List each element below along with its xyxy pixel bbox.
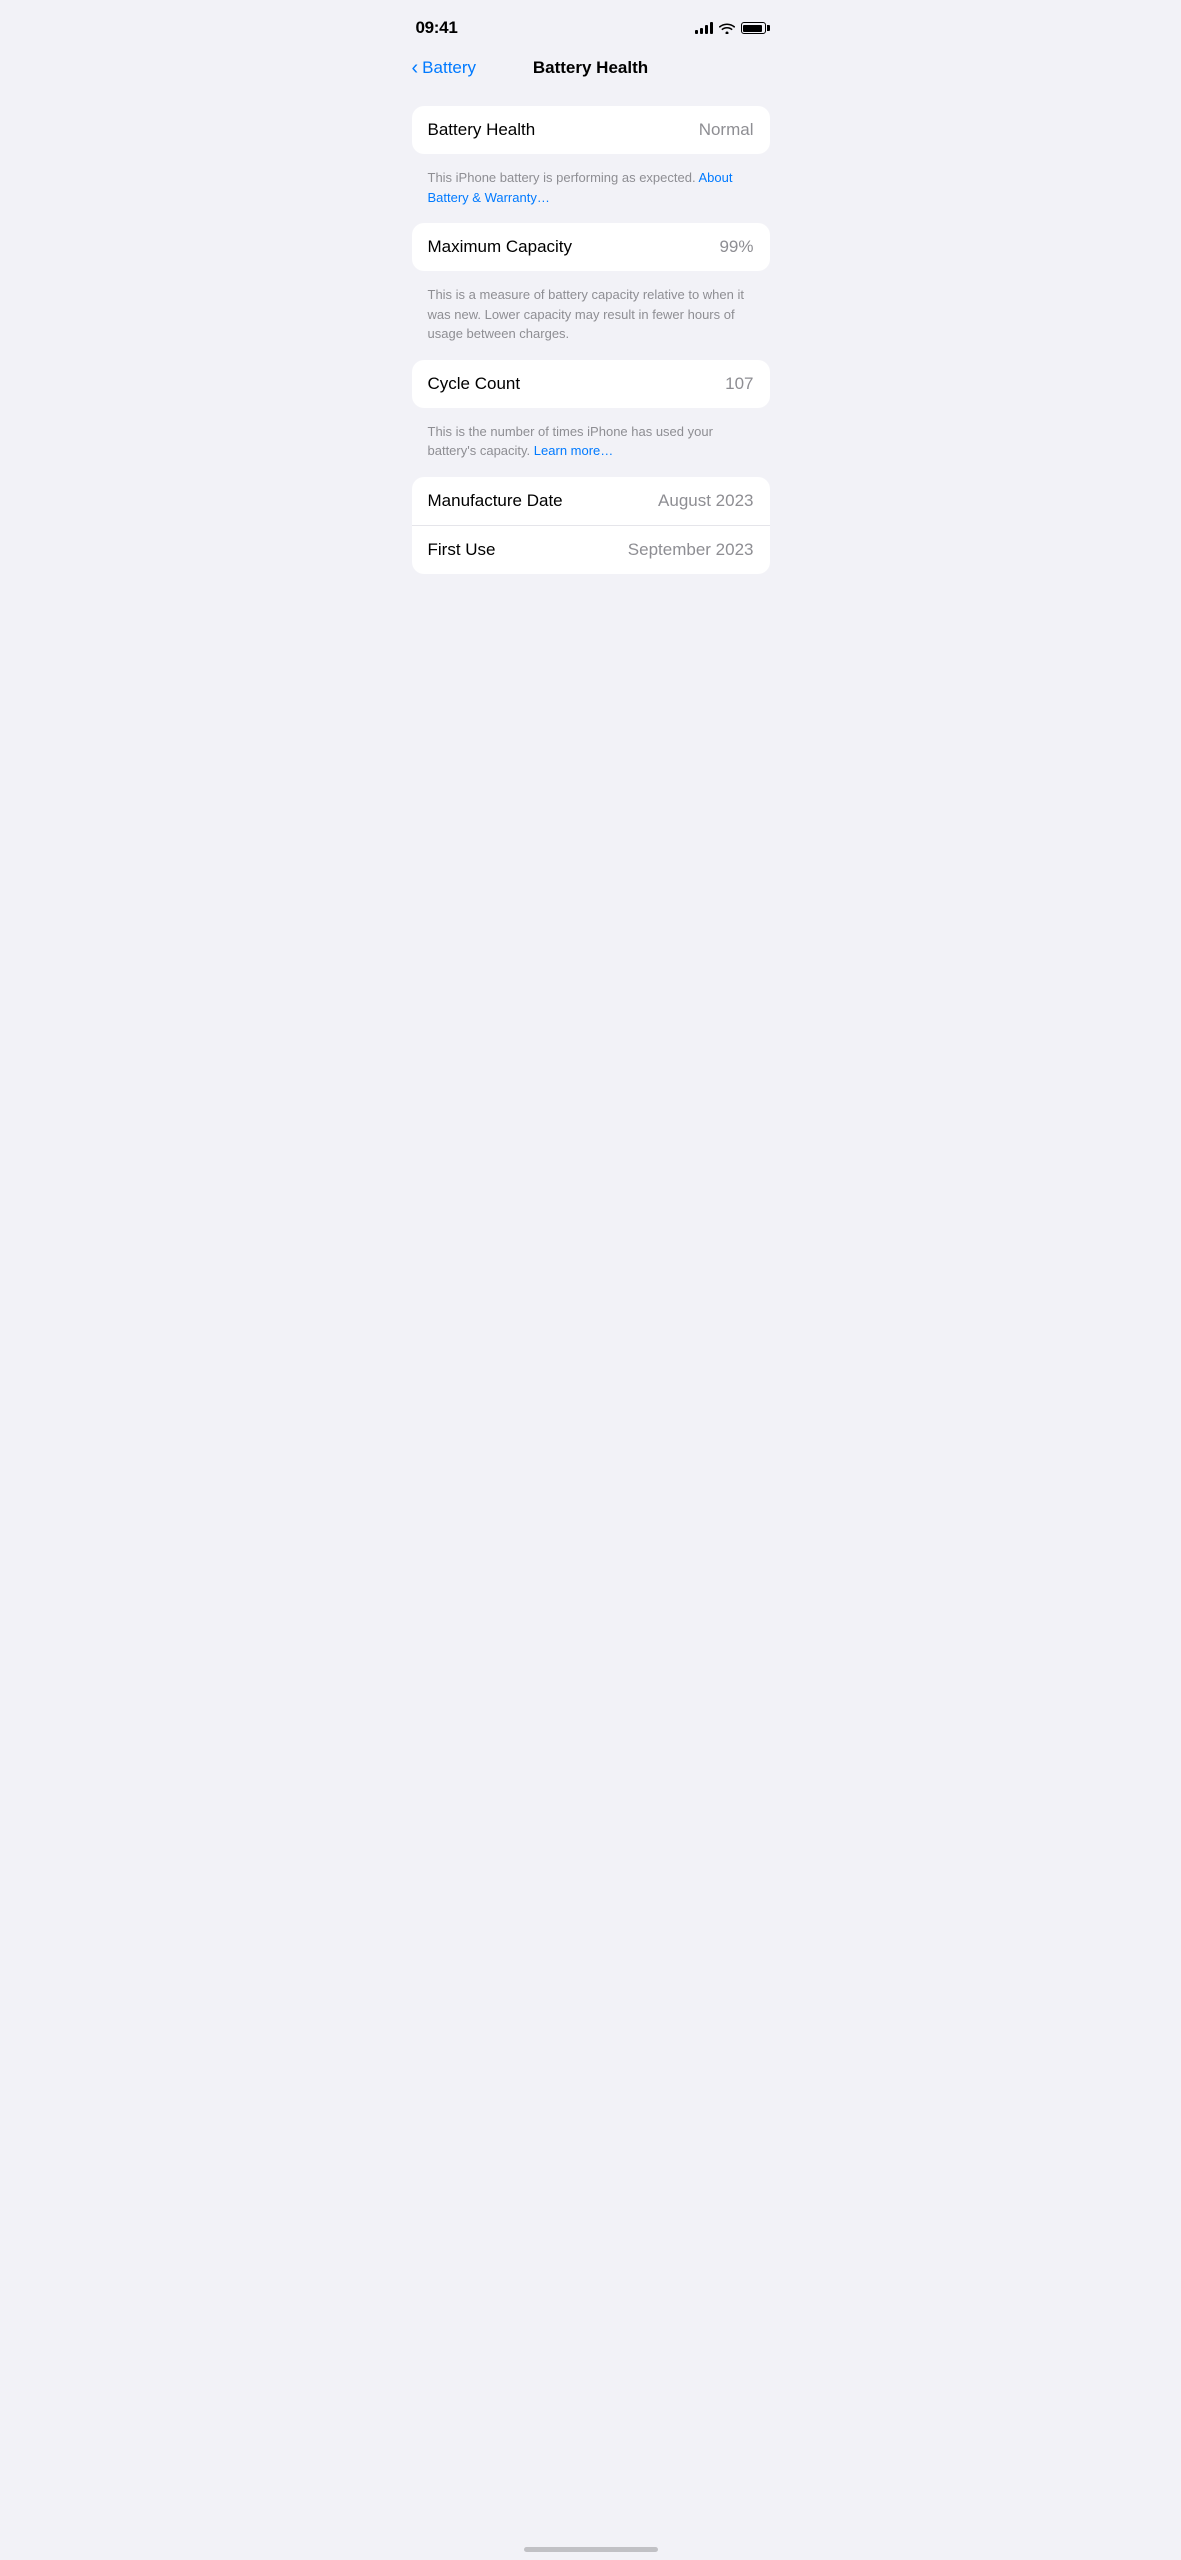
first-use-label: First Use — [428, 540, 496, 560]
battery-health-label: Battery Health — [428, 120, 536, 140]
maximum-capacity-label: Maximum Capacity — [428, 237, 573, 257]
signal-icon — [695, 22, 713, 34]
wifi-icon — [719, 22, 735, 34]
home-indicator — [524, 2547, 658, 2552]
cycle-count-card: Cycle Count 107 — [412, 360, 770, 408]
battery-health-card: Battery Health Normal — [412, 106, 770, 154]
back-label: Battery — [422, 58, 476, 78]
battery-warranty-link[interactable]: About Battery & Warranty… — [428, 170, 733, 205]
maximum-capacity-value: 99% — [719, 237, 753, 257]
cycle-count-label: Cycle Count — [428, 374, 521, 394]
cycle-count-row: Cycle Count 107 — [412, 360, 770, 408]
status-bar: 09:41 — [396, 0, 786, 50]
back-button[interactable]: ‹ Battery — [412, 58, 477, 78]
status-icons — [695, 22, 766, 34]
maximum-capacity-row: Maximum Capacity 99% — [412, 223, 770, 271]
battery-status-icon — [741, 22, 766, 34]
status-time: 09:41 — [416, 18, 458, 38]
maximum-capacity-card: Maximum Capacity 99% — [412, 223, 770, 271]
dates-card: Manufacture Date August 2023 First Use S… — [412, 477, 770, 574]
manufacture-date-value: August 2023 — [658, 491, 753, 511]
back-chevron-icon: ‹ — [412, 58, 419, 78]
content: Battery Health Normal This iPhone batter… — [396, 90, 786, 598]
battery-health-description: This iPhone battery is performing as exp… — [412, 162, 770, 223]
learn-more-link[interactable]: Learn more… — [534, 443, 613, 458]
first-use-value: September 2023 — [628, 540, 754, 560]
maximum-capacity-description: This is a measure of battery capacity re… — [412, 279, 770, 360]
page-title: Battery Health — [533, 58, 648, 78]
first-use-row: First Use September 2023 — [412, 525, 770, 574]
manufacture-date-row: Manufacture Date August 2023 — [412, 477, 770, 525]
battery-health-value: Normal — [699, 120, 754, 140]
manufacture-date-label: Manufacture Date — [428, 491, 563, 511]
cycle-count-value: 107 — [725, 374, 753, 394]
battery-health-row: Battery Health Normal — [412, 106, 770, 154]
cycle-count-description: This is the number of times iPhone has u… — [412, 416, 770, 477]
nav-header: ‹ Battery Battery Health — [396, 50, 786, 90]
